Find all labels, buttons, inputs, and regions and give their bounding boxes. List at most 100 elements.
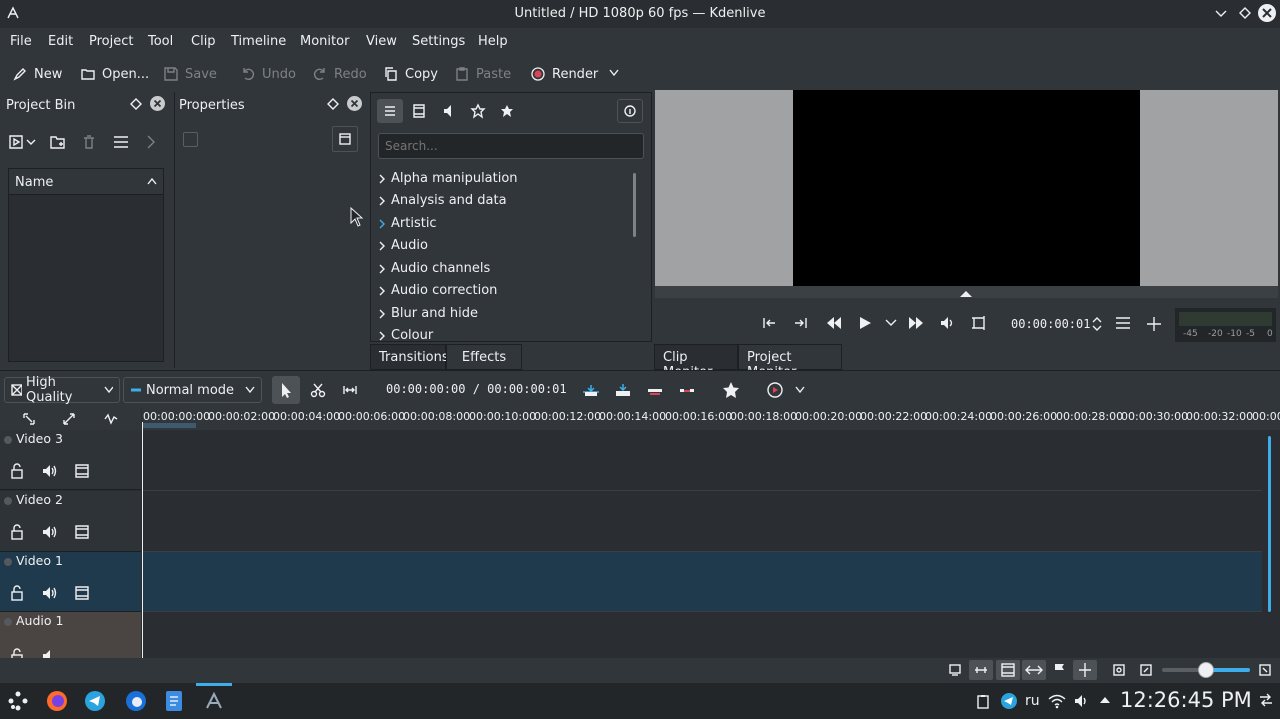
effects-search-input[interactable] (378, 133, 644, 159)
properties-checkbox[interactable] (183, 132, 198, 147)
film-icon[interactable] (74, 463, 90, 479)
tab-effects[interactable]: Effects (446, 344, 522, 370)
audio-waveform-icon[interactable] (104, 412, 118, 426)
lock-icon[interactable] (10, 524, 24, 540)
zoom-plus-icon[interactable] (1146, 316, 1162, 332)
effect-category[interactable]: Analysis and data (379, 193, 507, 208)
effect-category[interactable]: Audio correction (379, 283, 497, 298)
rewind-icon[interactable] (826, 316, 842, 330)
monitor-seek-bar[interactable] (655, 286, 1278, 298)
film-icon[interactable] (74, 524, 90, 540)
zoom-slider[interactable] (1162, 662, 1250, 678)
track-lane-video-3[interactable] (142, 430, 1262, 491)
menu-settings[interactable]: Settings (412, 34, 465, 49)
menu-edit[interactable]: Edit (48, 34, 73, 49)
hamburger-menu-icon[interactable] (112, 134, 130, 150)
menu-help[interactable]: Help (478, 34, 508, 49)
keyboard-layout[interactable]: ru (1025, 693, 1040, 709)
menu-project[interactable]: Project (89, 34, 133, 49)
zoom-out-icon[interactable] (1139, 663, 1153, 677)
track-header-audio-1[interactable]: Audio 1 (0, 612, 141, 658)
maximize-icon[interactable] (1238, 6, 1252, 20)
notes-app-icon[interactable] (165, 690, 183, 712)
render-button[interactable]: Render (530, 64, 598, 84)
split-audio-toggle[interactable] (1073, 660, 1097, 680)
add-folder-icon[interactable] (49, 134, 67, 150)
menu-clip[interactable]: Clip (191, 34, 216, 49)
delete-clip-icon[interactable] (81, 134, 97, 150)
quality-select[interactable]: High Quality (4, 375, 120, 405)
render-dropdown-icon[interactable] (608, 68, 620, 78)
properties-toggle-button[interactable] (332, 126, 358, 152)
audio-thumbnail-toggle[interactable] (969, 660, 993, 680)
lock-icon[interactable] (10, 648, 24, 658)
add-clip-icon[interactable] (8, 134, 38, 150)
app-launcher-icon[interactable] (6, 689, 30, 713)
menu-tool[interactable]: Tool (148, 34, 173, 49)
menu-file[interactable]: File (10, 34, 32, 49)
favorite-star-icon[interactable] (499, 103, 515, 119)
effect-category[interactable]: Alpha manipulation (379, 171, 518, 186)
razor-tool-icon[interactable] (310, 382, 326, 398)
thumbnail-icon[interactable] (948, 663, 962, 677)
monitor-timecode[interactable]: 00:00:00:01 (1011, 317, 1090, 331)
overwrite-clip-icon[interactable] (614, 382, 632, 398)
track-header-video-2[interactable]: Video 2 (0, 491, 141, 552)
chevron-right-icon[interactable] (146, 134, 156, 150)
telegram-icon[interactable] (84, 690, 106, 712)
lock-icon[interactable] (10, 585, 24, 601)
list-view-icon[interactable] (377, 99, 403, 123)
wifi-icon[interactable] (1048, 693, 1066, 709)
speaker-icon[interactable] (41, 648, 57, 658)
volume-icon[interactable] (939, 315, 955, 331)
lift-zone-icon[interactable] (678, 382, 696, 398)
menu-monitor[interactable]: Monitor (300, 34, 349, 49)
float-dock-icon[interactable] (327, 98, 339, 110)
timeline-playhead[interactable] (142, 422, 143, 658)
info-icon[interactable] (617, 99, 643, 123)
monitor-viewport[interactable] (655, 90, 1278, 286)
favorite-effects-star-icon[interactable] (722, 381, 740, 399)
volume-tray-icon[interactable] (1073, 693, 1089, 709)
film-icon[interactable] (74, 585, 90, 601)
video-effects-icon[interactable] (411, 103, 427, 119)
menu-view[interactable]: View (366, 34, 397, 49)
effect-category[interactable]: Artistic (379, 216, 437, 231)
save-button[interactable]: Save (163, 64, 217, 84)
timeline-ruler[interactable]: 00:00:00:00 00:00:02:00 00:00:04:00 00:0… (142, 408, 1280, 430)
play-options-chevron-icon[interactable] (885, 319, 897, 327)
effects-scrollbar[interactable] (633, 173, 636, 237)
fullscreen-icon[interactable] (971, 315, 987, 331)
speaker-icon[interactable] (41, 524, 57, 540)
effect-category[interactable]: Audio channels (379, 261, 490, 276)
redo-button[interactable]: Redo (312, 64, 367, 84)
telegram-tray-icon[interactable] (1000, 692, 1018, 710)
menu-timeline[interactable]: Timeline (231, 34, 286, 49)
insert-clip-icon[interactable] (582, 382, 600, 398)
tab-project-monitor[interactable]: Project Monitor (738, 344, 842, 380)
zoom-in-icon[interactable] (1258, 663, 1272, 677)
spacer-tool-icon[interactable] (342, 382, 358, 398)
set-zone-in-icon[interactable] (761, 315, 777, 331)
kdenlive-task-icon[interactable] (204, 691, 224, 711)
marker-flag-icon[interactable] (1052, 663, 1066, 677)
audio-effects-icon[interactable] (441, 103, 457, 119)
effect-category[interactable]: Audio (379, 238, 428, 253)
thunderbird-icon[interactable] (125, 690, 147, 712)
clip-list[interactable]: Name (8, 168, 164, 362)
select-tool-button[interactable] (272, 376, 300, 404)
track-header-video-1[interactable]: Video 1 (0, 552, 141, 612)
paste-button[interactable]: Paste (454, 64, 511, 84)
zoom-slider-handle[interactable] (1198, 662, 1214, 678)
close-dock-icon[interactable] (347, 96, 362, 111)
firefox-icon[interactable] (46, 690, 68, 712)
play-icon[interactable] (858, 316, 872, 330)
clipboard-icon[interactable] (976, 693, 990, 709)
snap-toggle[interactable] (1022, 660, 1046, 680)
close-window-icon[interactable] (1258, 4, 1276, 22)
extract-zone-icon[interactable] (646, 382, 664, 398)
float-dock-icon[interactable] (130, 98, 142, 110)
video-thumbnail-toggle[interactable] (996, 660, 1020, 680)
new-button[interactable]: New (12, 64, 62, 84)
custom-effects-icon[interactable] (470, 103, 486, 119)
